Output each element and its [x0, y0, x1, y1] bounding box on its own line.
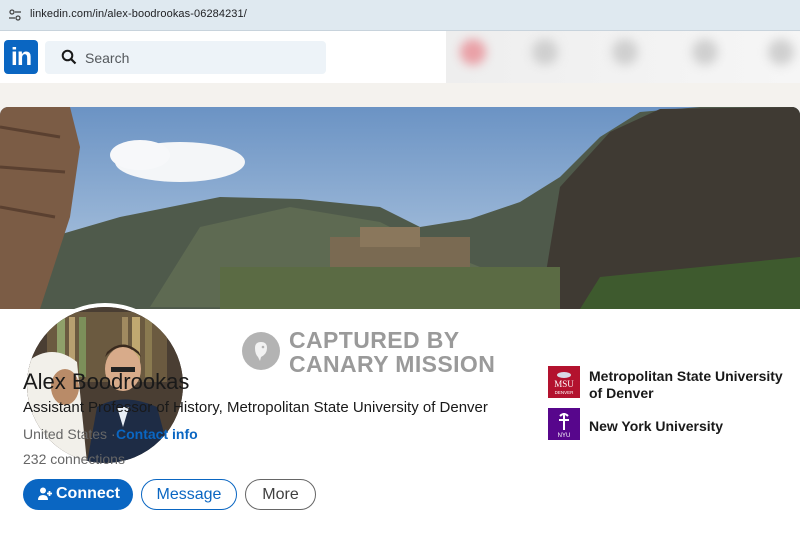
more-button[interactable]: More	[245, 479, 316, 510]
profile-name: Alex Boodrookas	[23, 369, 190, 394]
site-settings-icon[interactable]	[8, 8, 22, 22]
nav-icon[interactable]	[692, 39, 718, 65]
add-person-icon	[38, 487, 52, 500]
profile-location: United States ·	[23, 426, 116, 442]
education-name-line2: of Denver	[589, 385, 654, 401]
nav-icons-blurred	[446, 31, 800, 83]
connections-count: 232 connections	[23, 451, 125, 467]
connect-label: Connect	[56, 485, 120, 502]
education-msu-denver[interactable]: Metropolitan State University of Denver	[589, 368, 783, 402]
msu-logo-subtext: DENVER	[555, 390, 575, 395]
nav-icon[interactable]	[768, 39, 794, 65]
education-name-line1: Metropolitan State University	[589, 368, 783, 384]
education-nyu[interactable]: New York University	[589, 418, 723, 435]
notification-icon[interactable]	[460, 39, 486, 65]
search-icon	[61, 49, 77, 65]
nav-icon[interactable]	[612, 39, 638, 65]
profile-card	[0, 107, 800, 533]
connect-button[interactable]: Connect	[23, 479, 133, 510]
message-button[interactable]: Message	[141, 479, 237, 510]
search-placeholder: Search	[85, 50, 130, 66]
watermark-line1: CAPTURED BY	[289, 327, 460, 353]
browser-address-bar[interactable]: linkedin.com/in/alex-boodrookas-06284231…	[0, 0, 800, 31]
nav-icon[interactable]	[532, 39, 558, 65]
msu-logo-text: MSU	[554, 379, 574, 389]
nyu-logo[interactable]: NYU	[548, 408, 580, 440]
cover-photo	[0, 107, 800, 309]
search-input[interactable]: Search	[45, 41, 326, 74]
linkedin-logo[interactable]: in	[4, 40, 38, 74]
url-text[interactable]: linkedin.com/in/alex-boodrookas-06284231…	[30, 8, 247, 20]
watermark-text: CAPTURED BY CANARY MISSION	[289, 328, 495, 376]
nyu-logo-text: NYU	[558, 433, 571, 439]
profile-headline: Assistant Professor of History, Metropol…	[23, 399, 488, 416]
contact-info-link[interactable]: Contact info	[116, 426, 198, 442]
canary-bird-icon	[242, 332, 280, 370]
msu-denver-logo[interactable]: MSU DENVER	[548, 366, 580, 398]
watermark-line2: CANARY MISSION	[289, 351, 496, 377]
